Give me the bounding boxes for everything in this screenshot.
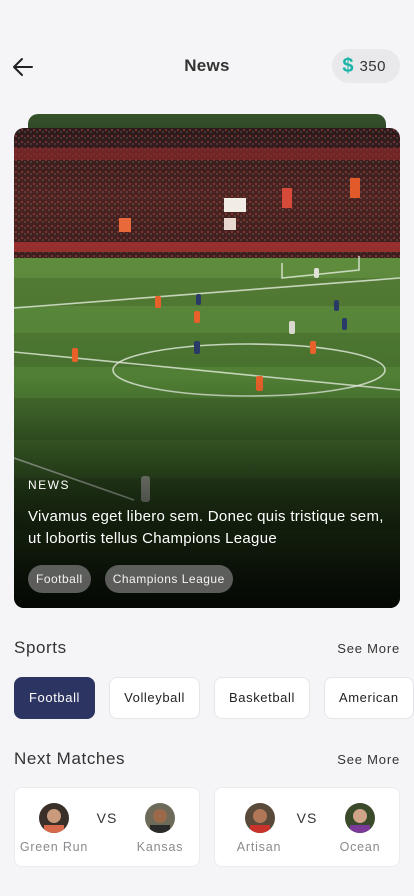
home-team-name: Artisan — [236, 840, 282, 854]
coin-balance-badge[interactable]: $ 350 — [332, 49, 400, 83]
dollar-icon: $ — [342, 55, 354, 77]
sport-category-chips: Football Volleyball Basketball American — [14, 677, 414, 719]
app-header: News $ 350 — [0, 44, 414, 88]
home-team-name: Green Run — [19, 840, 89, 854]
chip-american[interactable]: American — [323, 677, 414, 719]
match-card[interactable]: VS Green Run Kansas — [14, 787, 200, 867]
hero-tags: Football Champions League — [28, 565, 233, 593]
tag-football[interactable]: Football — [28, 565, 91, 593]
away-team-name: Kansas — [136, 840, 184, 854]
away-team-name: Ocean — [339, 840, 381, 854]
match-card[interactable]: VS Artisan Ocean — [214, 787, 400, 867]
sports-see-more-link[interactable]: See More — [337, 641, 400, 656]
hero-headline: Vivamus eget libero sem. Donec quis tris… — [28, 508, 384, 547]
hero-news-card[interactable]: NEWS Vivamus eget libero sem. Donec quis… — [14, 128, 400, 608]
coin-balance-value: 350 — [359, 57, 386, 75]
tag-champions-league[interactable]: Champions League — [104, 565, 233, 593]
sports-section-title: Sports — [14, 638, 67, 657]
hero-category-label: NEWS — [28, 478, 70, 492]
avatar — [345, 803, 375, 833]
chip-basketball[interactable]: Basketball — [214, 677, 310, 719]
avatar — [145, 803, 175, 833]
matches-see-more-link[interactable]: See More — [337, 752, 400, 767]
chip-volleyball[interactable]: Volleyball — [109, 677, 200, 719]
next-matches-title: Next Matches — [14, 749, 126, 768]
chip-football[interactable]: Football — [14, 677, 96, 719]
